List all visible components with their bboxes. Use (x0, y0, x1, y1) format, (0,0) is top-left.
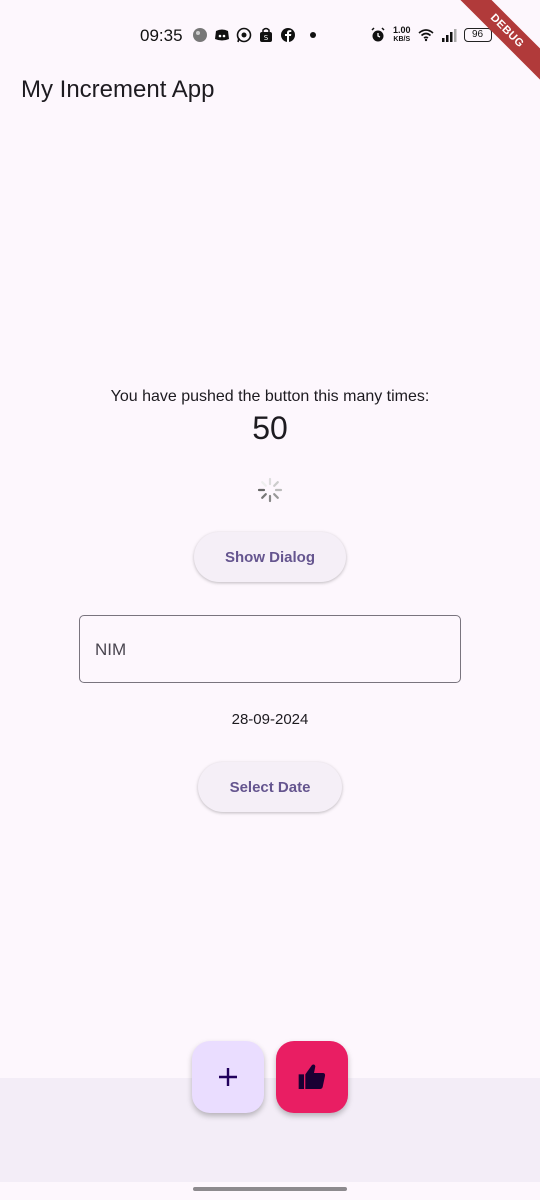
svg-text:S: S (264, 34, 269, 42)
wifi-icon (418, 29, 434, 42)
counter-value: 50 (252, 410, 288, 446)
page-title: My Increment App (21, 76, 215, 103)
select-date-button[interactable]: Select Date (198, 762, 342, 812)
status-time: 09:35 (140, 26, 183, 45)
network-speed-unit: KB/S (393, 36, 411, 43)
nim-input[interactable]: NIM (79, 615, 461, 683)
like-fab[interactable] (276, 1041, 348, 1113)
network-speed: 1.00 KB/S (393, 26, 411, 44)
loading-spinner-icon (257, 477, 283, 503)
facebook-icon (281, 28, 295, 42)
nim-input-label: NIM (95, 640, 127, 659)
discord-icon (215, 29, 229, 41)
signal-icon (441, 29, 457, 42)
status-right: 1.00 KB/S 96 (370, 26, 509, 44)
show-dialog-button[interactable]: Show Dialog (194, 532, 346, 582)
gesture-nav-handle[interactable] (193, 1187, 347, 1191)
battery-indicator: 96 (463, 28, 492, 42)
more-notifications-dot (310, 32, 316, 38)
thumbs-up-icon (298, 1064, 326, 1089)
counter-caption: You have pushed the button this many tim… (110, 388, 430, 405)
alarm-icon (371, 27, 385, 42)
network-speed-value: 1.00 (393, 25, 411, 35)
shopping-bag-icon: S (260, 27, 272, 42)
status-bar: 09:35 S 1.00 KB/S 96 (0, 0, 540, 70)
whatsapp-icon (236, 27, 252, 43)
gallery-icon (193, 28, 207, 42)
plus-icon (219, 1068, 237, 1086)
bottom-bar (0, 1078, 540, 1182)
selected-date: 28-09-2024 (231, 711, 309, 728)
increment-fab[interactable] (192, 1041, 264, 1113)
notification-icons: S (192, 27, 316, 43)
